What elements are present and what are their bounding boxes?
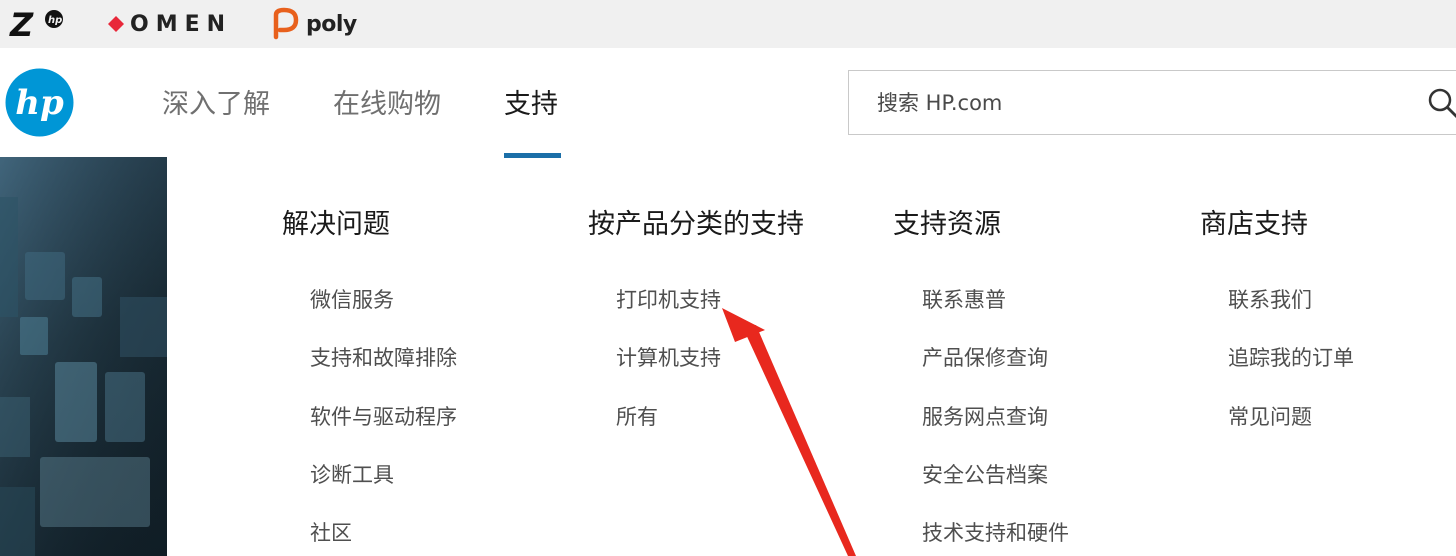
nav-active-indicator xyxy=(504,153,561,158)
omen-diamond-icon xyxy=(108,16,124,32)
link-community[interactable]: 社区 xyxy=(310,517,352,547)
poly-mark-icon xyxy=(273,7,299,40)
link-software-drivers[interactable]: 软件与驱动程序 xyxy=(310,401,457,431)
poly-wordmark: poly xyxy=(306,11,357,37)
column-title: 支持资源 xyxy=(893,209,1001,240)
link-contact-hp[interactable]: 联系惠普 xyxy=(922,284,1006,314)
column-title: 按产品分类的支持 xyxy=(588,209,804,240)
svg-text:hp: hp xyxy=(48,15,62,26)
omen-logo[interactable]: OMEN xyxy=(108,0,232,48)
link-tech-support-hardware[interactable]: 技术支持和硬件 xyxy=(922,517,1069,547)
search-box[interactable] xyxy=(848,70,1456,135)
nav-shop-online[interactable]: 在线购物 xyxy=(333,82,441,121)
search-icon[interactable] xyxy=(1427,87,1456,119)
link-track-order[interactable]: 追踪我的订单 xyxy=(1228,342,1354,372)
link-contact-us[interactable]: 联系我们 xyxy=(1228,284,1312,314)
link-faq[interactable]: 常见问题 xyxy=(1228,401,1312,431)
link-security-bulletins[interactable]: 安全公告档案 xyxy=(922,459,1048,489)
column-title: 解决问题 xyxy=(282,209,390,240)
link-printer-support[interactable]: 打印机支持 xyxy=(616,284,721,314)
hp-support-page: Z hp OMEN poly hp 深入了解 在线购物 支持 搜索 HP.com… xyxy=(0,0,1456,556)
hero-image xyxy=(0,157,167,556)
z-logo-icon: Z hp xyxy=(9,6,63,44)
link-wechat-service[interactable]: 微信服务 xyxy=(310,284,394,314)
nav-explore[interactable]: 深入了解 xyxy=(162,82,270,121)
z-by-hp-logo[interactable]: Z hp xyxy=(8,0,68,48)
hero-image-art xyxy=(0,157,167,556)
hp-logo[interactable]: hp xyxy=(5,68,74,137)
search-input[interactable] xyxy=(877,71,1397,134)
omen-wordmark: OMEN xyxy=(130,11,233,37)
link-service-locator[interactable]: 服务网点查询 xyxy=(922,401,1048,431)
link-diagnostic-tools[interactable]: 诊断工具 xyxy=(310,459,394,489)
link-warranty-check[interactable]: 产品保修查询 xyxy=(922,342,1048,372)
link-support-troubleshooting[interactable]: 支持和故障排除 xyxy=(310,342,457,372)
brand-strip: Z hp OMEN poly xyxy=(0,0,1456,48)
column-title: 商店支持 xyxy=(1200,209,1308,240)
svg-text:hp: hp xyxy=(15,83,64,123)
link-all-products[interactable]: 所有 xyxy=(616,401,658,431)
svg-text:Z: Z xyxy=(9,6,34,44)
nav-support[interactable]: 支持 xyxy=(504,82,558,121)
poly-logo[interactable]: poly xyxy=(272,0,357,48)
main-header: hp 深入了解 在线购物 支持 xyxy=(0,48,1456,158)
link-computer-support[interactable]: 计算机支持 xyxy=(616,342,721,372)
